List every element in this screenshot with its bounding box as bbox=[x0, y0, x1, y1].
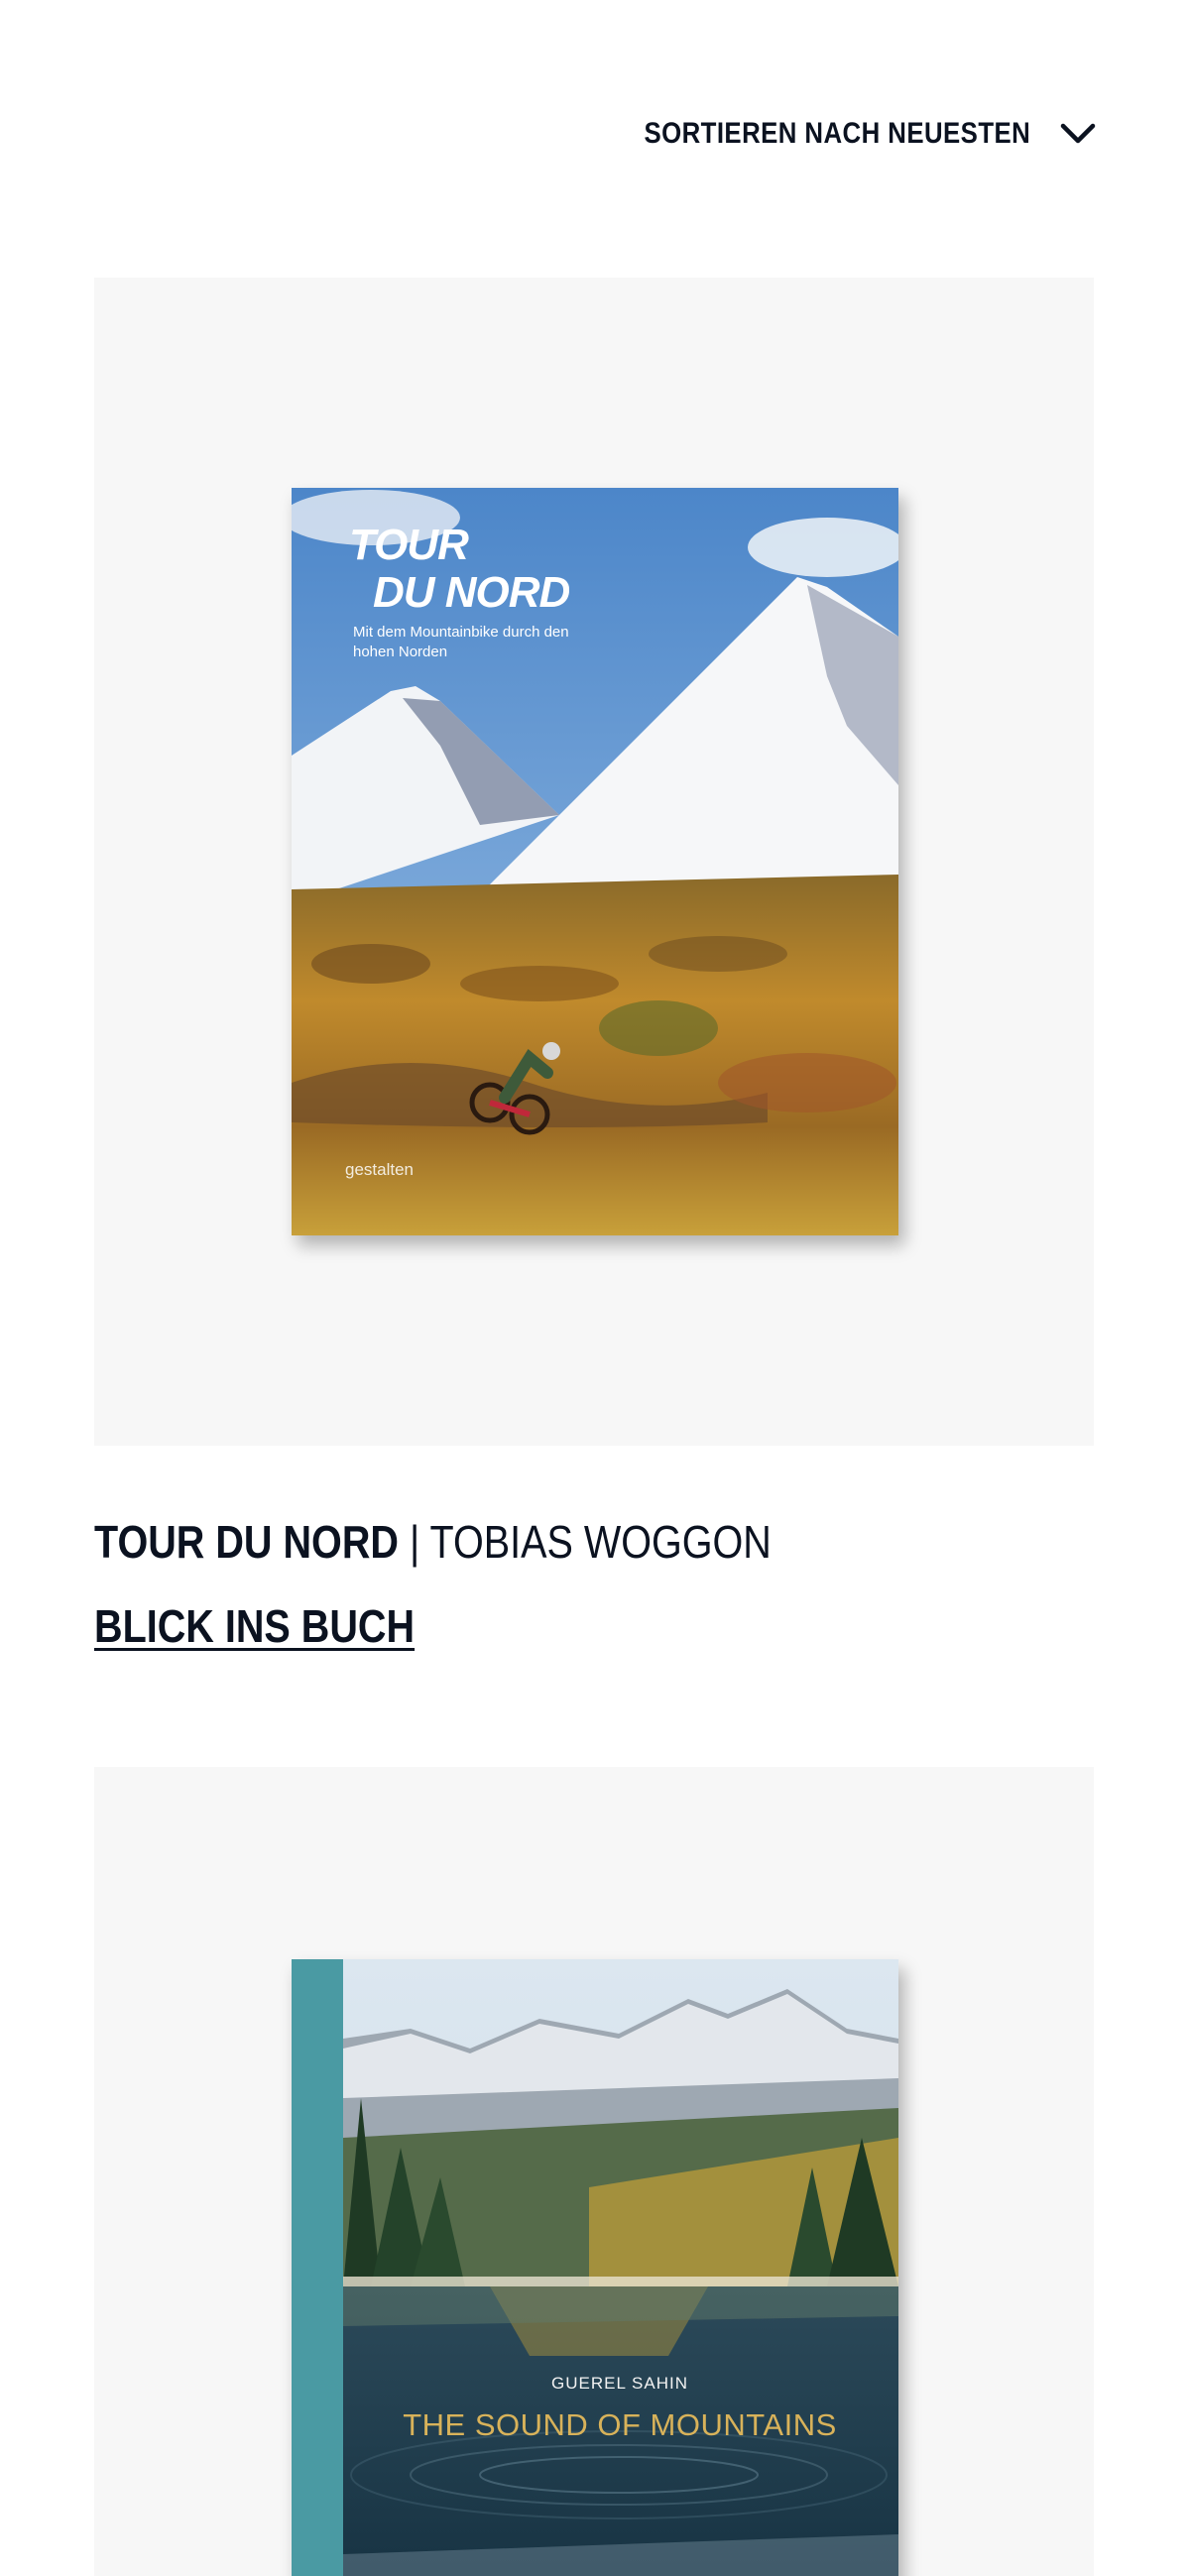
chevron-down-icon bbox=[1060, 123, 1096, 144]
cover-artwork bbox=[292, 1959, 898, 2576]
book-cover-tour-du-nord[interactable]: TOUR DU NORD Mit dem Mountainbike durch … bbox=[292, 488, 898, 1235]
book-title[interactable]: TOUR DU NORD | TOBIAS WOGGON bbox=[94, 1512, 772, 1572]
book-card-image[interactable]: TOUR DU NORD Mit dem Mountainbike durch … bbox=[94, 278, 1094, 1446]
book-card-image[interactable]: GUEREL SAHIN THE SOUND OF MOUNTAINS bbox=[94, 1767, 1094, 2576]
cover-author: GUEREL SAHIN bbox=[551, 2374, 688, 2393]
sort-label: SORTIEREN NACH NEUESTEN bbox=[644, 117, 1030, 150]
look-inside-link[interactable]: BLICK INS BUCH bbox=[94, 1596, 415, 1656]
book-author: TOBIAS WOGGON bbox=[429, 1516, 772, 1568]
book-cover-sound-of-mountains[interactable]: GUEREL SAHIN THE SOUND OF MOUNTAINS bbox=[292, 1959, 898, 2576]
title-separator: | bbox=[398, 1516, 430, 1568]
cover-title: THE SOUND OF MOUNTAINS bbox=[403, 2407, 837, 2442]
sort-dropdown[interactable]: SORTIEREN NACH NEUESTEN bbox=[581, 109, 1096, 159]
cover-publisher: gestalten bbox=[345, 1160, 414, 1179]
page: SORTIEREN NACH NEUESTEN TOUR DU NORD Mit… bbox=[0, 0, 1190, 2576]
cover-title: TOUR DU NORD bbox=[349, 521, 570, 617]
book-title-name: TOUR DU NORD bbox=[94, 1516, 399, 1568]
cover-subtitle: Mit dem Mountainbike durch den hohen Nor… bbox=[353, 624, 569, 660]
